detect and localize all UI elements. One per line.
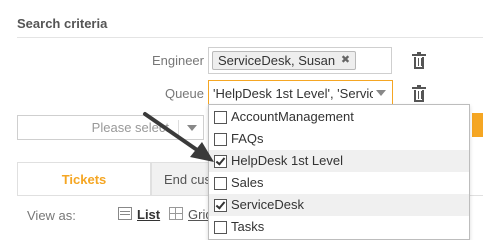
option-servicedesk[interactable]: ServiceDesk: [209, 194, 469, 216]
chevron-down-icon[interactable]: [376, 90, 386, 96]
option-label: ServiceDesk: [231, 197, 304, 212]
checkbox-icon[interactable]: [214, 221, 227, 234]
list-icon[interactable]: [118, 207, 132, 220]
engineer-label: Engineer: [151, 53, 204, 68]
select-separator: [178, 120, 179, 135]
remove-token-icon[interactable]: ✖: [341, 52, 350, 69]
option-faqs[interactable]: FAQs: [209, 128, 469, 150]
checkbox-checked-icon[interactable]: [214, 155, 227, 168]
trash-icon[interactable]: [412, 85, 426, 103]
option-helpdesk-1st-level[interactable]: HelpDesk 1st Level: [209, 150, 469, 172]
option-label: Tasks: [231, 219, 265, 234]
section-title: Search criteria: [17, 16, 108, 31]
view-list-link[interactable]: List: [137, 207, 160, 222]
checkbox-checked-icon[interactable]: [214, 199, 227, 212]
option-label: HelpDesk 1st Level: [231, 153, 343, 168]
section-divider: [17, 37, 483, 38]
queue-value: 'HelpDesk 1st Level', 'ServiceDesk': [213, 86, 373, 101]
checkbox-icon[interactable]: [214, 177, 227, 190]
option-account-management[interactable]: AccountManagement: [209, 106, 469, 128]
option-label: FAQs: [231, 131, 264, 146]
queue-dropdown: AccountManagement FAQs HelpDesk 1st Leve…: [208, 104, 470, 240]
checkbox-icon[interactable]: [214, 111, 227, 124]
engineer-token-label: ServiceDesk, Susan: [218, 53, 336, 68]
queue-label: Queue: [164, 86, 204, 101]
search-button-edge[interactable]: [472, 113, 483, 137]
queue-select[interactable]: 'HelpDesk 1st Level', 'ServiceDesk': [208, 80, 393, 107]
option-sales[interactable]: Sales: [209, 172, 469, 194]
engineer-token: ServiceDesk, Susan ✖: [212, 51, 357, 70]
view-as-label: View as:: [27, 208, 76, 223]
option-label: Sales: [231, 175, 264, 190]
trash-icon[interactable]: [412, 52, 426, 70]
select-placeholder: Please select: [91, 120, 169, 135]
grid-icon[interactable]: [169, 207, 183, 220]
tab-tickets[interactable]: Tickets: [17, 162, 151, 196]
criteria-select[interactable]: Please select: [17, 115, 204, 140]
option-label: AccountManagement: [231, 109, 354, 124]
option-tasks[interactable]: Tasks: [209, 216, 469, 238]
chevron-down-icon[interactable]: [187, 125, 197, 131]
engineer-field[interactable]: ServiceDesk, Susan ✖: [208, 47, 392, 74]
checkbox-icon[interactable]: [214, 133, 227, 146]
